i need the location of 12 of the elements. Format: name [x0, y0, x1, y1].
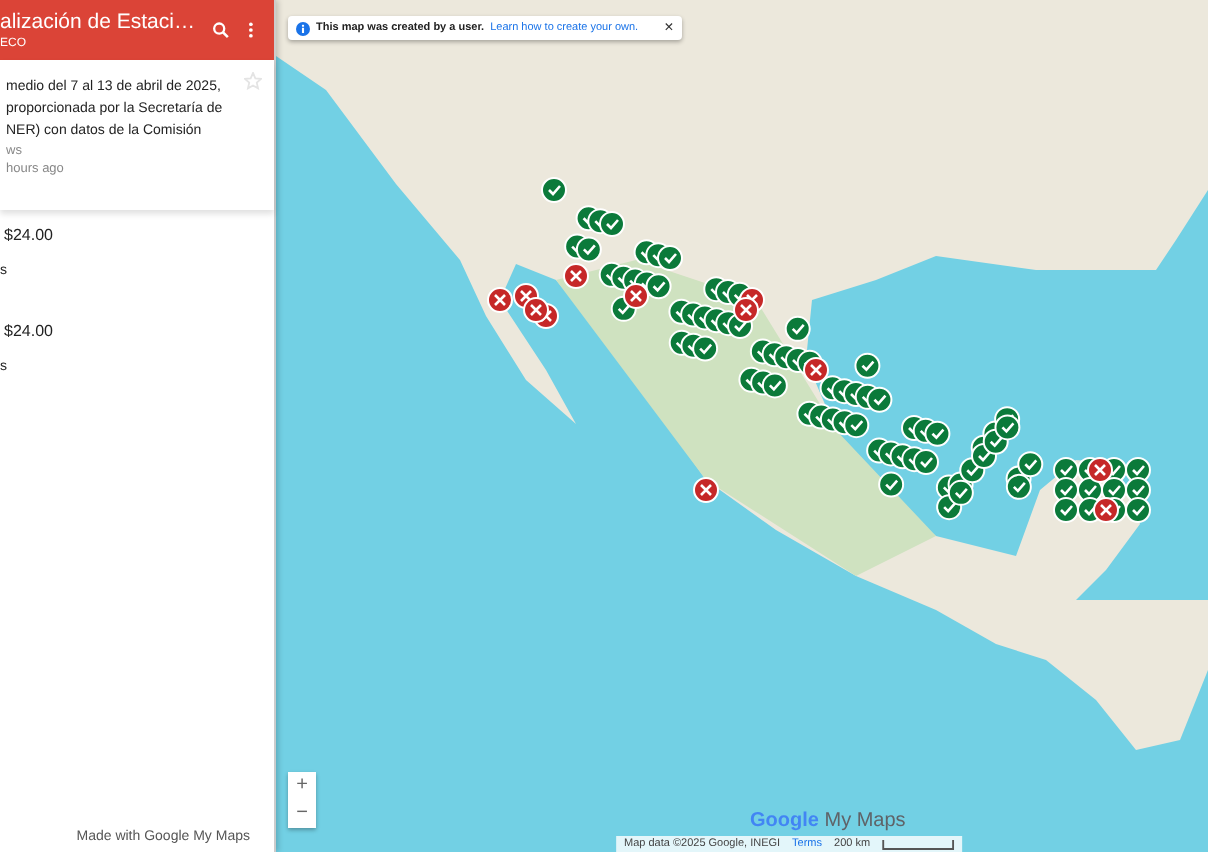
map-title: alización de Estaci…	[0, 8, 195, 36]
close-button[interactable]: ×	[644, 20, 674, 36]
star-icon[interactable]	[244, 72, 262, 90]
more-menu-icon[interactable]	[248, 18, 254, 42]
google-my-maps-logo: Google My Maps	[750, 810, 906, 832]
price-text: $24.00	[2, 322, 55, 340]
search-icon[interactable]	[212, 18, 231, 42]
scale-bar-icon	[882, 839, 955, 849]
zoom-in-button[interactable]: +	[288, 772, 316, 800]
zoom-out-button[interactable]: −	[288, 800, 316, 828]
info-icon	[296, 21, 310, 35]
price-text: $24.00	[2, 226, 55, 244]
